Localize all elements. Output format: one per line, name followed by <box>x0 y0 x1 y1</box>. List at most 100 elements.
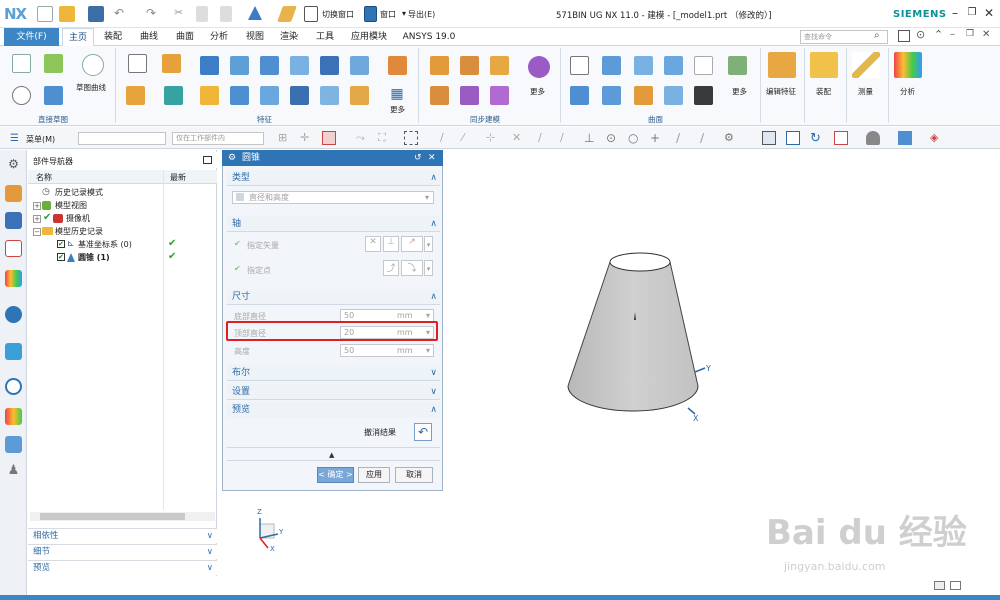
column-latest[interactable]: 最新 <box>170 172 186 183</box>
boss-icon[interactable] <box>290 56 309 75</box>
trim-body-icon[interactable] <box>388 56 407 75</box>
menu-button[interactable]: 菜单(M) <box>26 134 55 145</box>
sketch-curve-icon[interactable] <box>82 54 104 76</box>
cone-feature-icon[interactable] <box>248 6 262 20</box>
tab-file[interactable]: 文件(F) <box>4 28 59 46</box>
pattern-icon[interactable] <box>320 56 339 75</box>
type-dropdown[interactable]: 直径和高度 ▾ <box>232 191 434 204</box>
pull-face-icon[interactable] <box>460 56 479 75</box>
section-preview-dialog[interactable]: 预览 ∧ <box>227 402 440 418</box>
reset-icon[interactable]: ↺ <box>414 150 422 166</box>
section-settings[interactable]: 设置 ∨ <box>227 384 440 400</box>
analysis-icon[interactable] <box>894 52 922 78</box>
palette-icon[interactable] <box>5 408 22 425</box>
make-coplanar-icon[interactable] <box>490 86 509 105</box>
tab-applications[interactable]: 应用模块 <box>345 28 393 46</box>
navigator-maximize-icon[interactable] <box>203 156 212 164</box>
cylinder-icon[interactable] <box>260 56 279 75</box>
horizontal-scrollbar[interactable] <box>30 512 215 521</box>
tab-surface[interactable]: 曲面 <box>170 28 200 46</box>
arc-center-icon[interactable]: ⊙ <box>606 131 620 145</box>
section-type[interactable]: 类型 ∧ <box>227 170 440 186</box>
measure-label[interactable]: 测量 <box>858 86 873 97</box>
section-dependencies[interactable]: 相依性 ∨ <box>28 528 217 543</box>
visibility-checkbox[interactable]: ✔ <box>57 253 65 261</box>
four-point-surface-icon[interactable] <box>570 56 589 75</box>
doc-minimize-icon[interactable]: – <box>950 29 955 40</box>
surface-point-icon[interactable]: ∕ <box>560 131 574 145</box>
assembly-icon[interactable] <box>810 52 838 78</box>
window-menu-arrow[interactable]: ▾ <box>402 9 406 18</box>
cone-model[interactable] <box>540 240 740 430</box>
collapse-ribbon-icon[interactable]: ⌃ <box>934 28 943 41</box>
replace-face-icon[interactable] <box>528 56 550 78</box>
tree-row-camera[interactable]: + ✔ 摄像机 <box>28 212 217 225</box>
extend-sheet-icon[interactable] <box>664 86 683 105</box>
switch-window-label[interactable]: 切换窗口 <box>322 9 354 20</box>
control-point-icon[interactable]: ⊹ <box>486 131 500 145</box>
extrude-sketch-icon[interactable] <box>44 86 63 105</box>
doc-restore-icon[interactable]: ❐ <box>966 29 974 39</box>
point-on-curve-icon[interactable]: + <box>650 131 664 145</box>
vector-dialog-icon[interactable]: ⊥ <box>383 236 399 252</box>
window-menu[interactable]: 窗口 <box>380 9 396 20</box>
rotate-icon[interactable]: ↻ <box>810 131 824 146</box>
sketch-icon[interactable] <box>12 54 31 73</box>
bounded-plane-icon[interactable] <box>602 86 621 105</box>
apply-button[interactable]: 应用 <box>358 467 390 483</box>
close-button[interactable]: ✕ <box>981 6 997 20</box>
history-icon[interactable] <box>5 378 22 395</box>
dialog-close-icon[interactable]: ✕ <box>428 150 436 166</box>
through-mesh-icon[interactable] <box>664 56 683 75</box>
tab-render[interactable]: 渲染 <box>274 28 304 46</box>
draft-icon[interactable] <box>260 86 279 105</box>
tab-home[interactable]: 主页 <box>62 28 94 46</box>
column-name[interactable]: 名称 <box>36 172 52 183</box>
roles-icon[interactable]: ♟ <box>5 462 22 479</box>
visibility-checkbox[interactable]: ✔ <box>57 240 65 248</box>
process-studio-icon[interactable] <box>5 436 22 453</box>
part-navigator-icon[interactable] <box>5 240 22 257</box>
inferred-point-icon[interactable]: ⤵ <box>401 260 423 276</box>
edit-feature-label[interactable]: 编辑特征 <box>766 86 796 97</box>
ok-button[interactable]: < 确定 > <box>317 467 354 483</box>
top-diameter-input[interactable]: 20 mm ▾ <box>340 326 434 339</box>
extrude-icon[interactable] <box>162 54 181 73</box>
hd3d-icon[interactable] <box>5 306 22 323</box>
view-cube-icon[interactable] <box>898 131 912 145</box>
tree-row-history-mode[interactable]: ◷ 历史记录模式 <box>28 186 217 199</box>
delete-face-icon[interactable] <box>430 86 449 105</box>
selection-filter-icon[interactable]: ⊞ <box>278 131 292 145</box>
rect-select-icon[interactable] <box>404 131 418 145</box>
quadrant-icon[interactable]: ○ <box>628 131 642 145</box>
studio-surface-icon[interactable] <box>728 56 747 75</box>
gear-icon[interactable]: ⚙ <box>228 150 236 166</box>
inferred-vector-icon[interactable]: ↗ <box>401 236 423 252</box>
minimize-button[interactable]: – <box>947 6 963 20</box>
surface-more-label[interactable]: 更多 <box>732 86 747 97</box>
chamfer-icon[interactable] <box>230 86 249 105</box>
expand-toggle[interactable]: + <box>33 202 41 210</box>
expand-toggle[interactable]: + <box>33 215 41 223</box>
menu-icon[interactable]: ☰ <box>10 133 19 144</box>
undo-result-button[interactable]: ↶ <box>414 423 432 441</box>
sync-more-label[interactable]: 更多 <box>530 86 545 97</box>
select-face-icon[interactable] <box>322 131 336 145</box>
open-folder-icon[interactable] <box>59 6 75 22</box>
section-axis[interactable]: 轴 ∧ <box>227 216 440 232</box>
reverse-direction-icon[interactable]: ✕ <box>365 236 381 252</box>
tab-assembly[interactable]: 装配 <box>98 28 128 46</box>
scrollbar-thumb[interactable] <box>40 513 185 520</box>
resize-blend-icon[interactable] <box>460 86 479 105</box>
window-menu-icon[interactable] <box>364 6 377 22</box>
doc-close-icon[interactable]: ✕ <box>982 29 990 40</box>
search-icon[interactable]: ⌕ <box>874 30 880 41</box>
sketch-curve-label[interactable]: 草图曲线 <box>76 82 106 93</box>
tree-row-cone[interactable]: ✔ 圆锥 (1) ✔ <box>28 251 217 264</box>
edit-feature-icon[interactable] <box>768 52 796 78</box>
thicken-icon[interactable] <box>694 86 713 105</box>
endpoint-icon[interactable]: / <box>440 131 454 145</box>
hole-icon[interactable] <box>164 86 183 105</box>
scope-dropdown[interactable]: 仅在工作部件内 <box>172 132 264 145</box>
save-icon[interactable] <box>88 6 104 22</box>
